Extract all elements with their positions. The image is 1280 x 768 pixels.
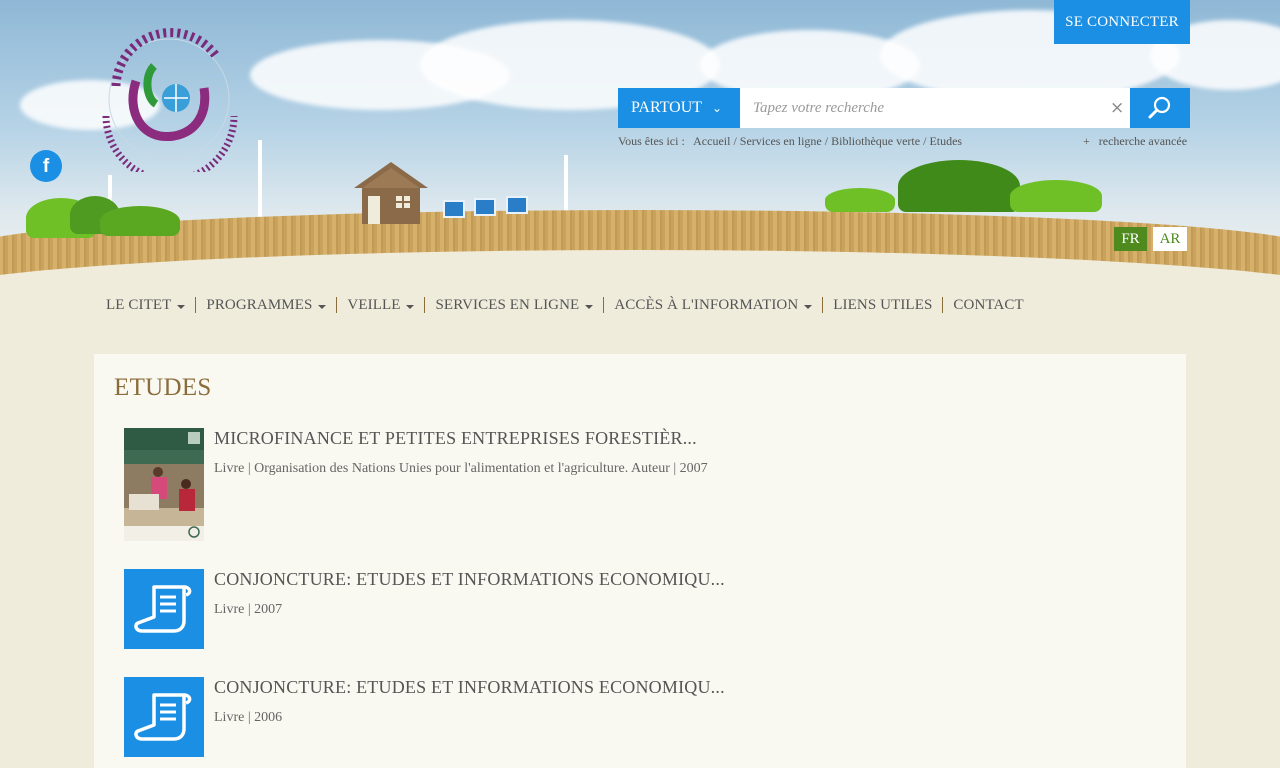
house-illustration <box>354 162 428 224</box>
document-thumbnail[interactable] <box>124 677 204 757</box>
breadcrumb-item-services[interactable]: Services en ligne <box>740 134 822 148</box>
nav-label: CONTACT <box>953 296 1024 313</box>
search-scope-label: PARTOUT <box>631 99 703 116</box>
caret-down-icon <box>318 304 327 309</box>
main-content: ETUDES MICROFINANCE ET PETITES ENTREPRIS… <box>94 354 1186 768</box>
item-meta: Livre | 2007 <box>214 602 283 617</box>
caret-down-icon <box>406 304 415 309</box>
solar-panel <box>474 198 496 216</box>
solar-panel <box>443 200 465 218</box>
nav-label: ACCÈS À L'INFORMATION <box>614 296 799 313</box>
item-meta: Livre | Organisation des Nations Unies p… <box>214 461 708 476</box>
caret-down-icon <box>177 304 186 309</box>
main-nav: LE CITET PROGRAMMES VEILLE SERVICES EN L… <box>96 292 1034 318</box>
nav-label: LE CITET <box>106 296 172 313</box>
caret-down-icon <box>585 304 594 309</box>
nav-label: LIENS UTILES <box>833 296 933 313</box>
caret-down-icon <box>804 304 813 309</box>
list-item: CONJONCTURE: ETUDES ET INFORMATIONS ECON… <box>124 569 1024 649</box>
search-scope-dropdown[interactable]: PARTOUT ⌄ <box>618 88 740 128</box>
breadcrumb-separator: / <box>730 134 740 148</box>
nav-label: VEILLE <box>347 296 401 313</box>
book-cover-image <box>124 428 204 541</box>
search-button[interactable] <box>1130 88 1190 128</box>
bush-decoration <box>1010 180 1102 212</box>
list-item: MICROFINANCE ET PETITES ENTREPRISES FORE… <box>124 428 1024 541</box>
breadcrumb-separator: / <box>821 134 832 148</box>
nav-label: PROGRAMMES <box>206 296 313 313</box>
nav-item-acces-information[interactable]: ACCÈS À L'INFORMATION <box>604 297 822 314</box>
nav-item-programmes[interactable]: PROGRAMMES <box>196 297 336 314</box>
document-icon <box>134 585 192 633</box>
search-icon <box>1148 96 1171 119</box>
facebook-icon[interactable]: f <box>30 150 62 182</box>
citet-logo[interactable] <box>96 26 242 172</box>
breadcrumb-item-current: Etudes <box>929 134 963 148</box>
bush-decoration <box>825 188 895 212</box>
bush-decoration <box>100 206 180 236</box>
item-meta: Livre | 2006 <box>214 710 283 725</box>
lang-ar-button[interactable]: AR <box>1153 227 1187 251</box>
book-cover-thumbnail[interactable] <box>124 428 204 541</box>
item-title-link[interactable]: CONJONCTURE: ETUDES ET INFORMATIONS ECON… <box>214 569 725 590</box>
breadcrumb-item-home[interactable]: Accueil <box>693 134 730 148</box>
nav-item-services-en-ligne[interactable]: SERVICES EN LIGNE <box>425 297 603 314</box>
document-icon <box>134 693 192 741</box>
nav-item-le-citet[interactable]: LE CITET <box>96 297 195 314</box>
nav-item-liens-utiles[interactable]: LIENS UTILES <box>823 297 942 314</box>
breadcrumb: Vous êtes ici : Accueil / Services en li… <box>618 134 962 149</box>
breadcrumb-item-library[interactable]: Bibliothèque verte <box>831 134 920 148</box>
breadcrumb-prefix: Vous êtes ici : <box>618 134 685 148</box>
list-item: CONJONCTURE: ETUDES ET INFORMATIONS ECON… <box>124 677 1024 757</box>
clear-search-icon[interactable]: × <box>1110 88 1124 128</box>
header-banner: f SE CONNECTER PARTOUT ⌄ × Vous êtes ici… <box>0 0 1280 285</box>
solar-panel <box>506 196 528 214</box>
search-box: × <box>740 88 1130 128</box>
search-input[interactable] <box>740 88 1100 128</box>
bush-decoration <box>898 160 1020 212</box>
advanced-search-link[interactable]: + recherche avancée <box>1083 134 1187 149</box>
login-button[interactable]: SE CONNECTER <box>1054 0 1190 44</box>
nav-label: SERVICES EN LIGNE <box>435 296 580 313</box>
item-title-link[interactable]: CONJONCTURE: ETUDES ET INFORMATIONS ECON… <box>214 677 725 698</box>
nav-item-contact[interactable]: CONTACT <box>943 297 1033 314</box>
lang-fr-button[interactable]: FR <box>1114 227 1147 251</box>
item-title-link[interactable]: MICROFINANCE ET PETITES ENTREPRISES FORE… <box>214 428 697 449</box>
chevron-down-icon: ⌄ <box>712 101 723 115</box>
page-title: ETUDES <box>114 374 212 401</box>
document-thumbnail[interactable] <box>124 569 204 649</box>
nav-item-veille[interactable]: VEILLE <box>337 297 424 314</box>
